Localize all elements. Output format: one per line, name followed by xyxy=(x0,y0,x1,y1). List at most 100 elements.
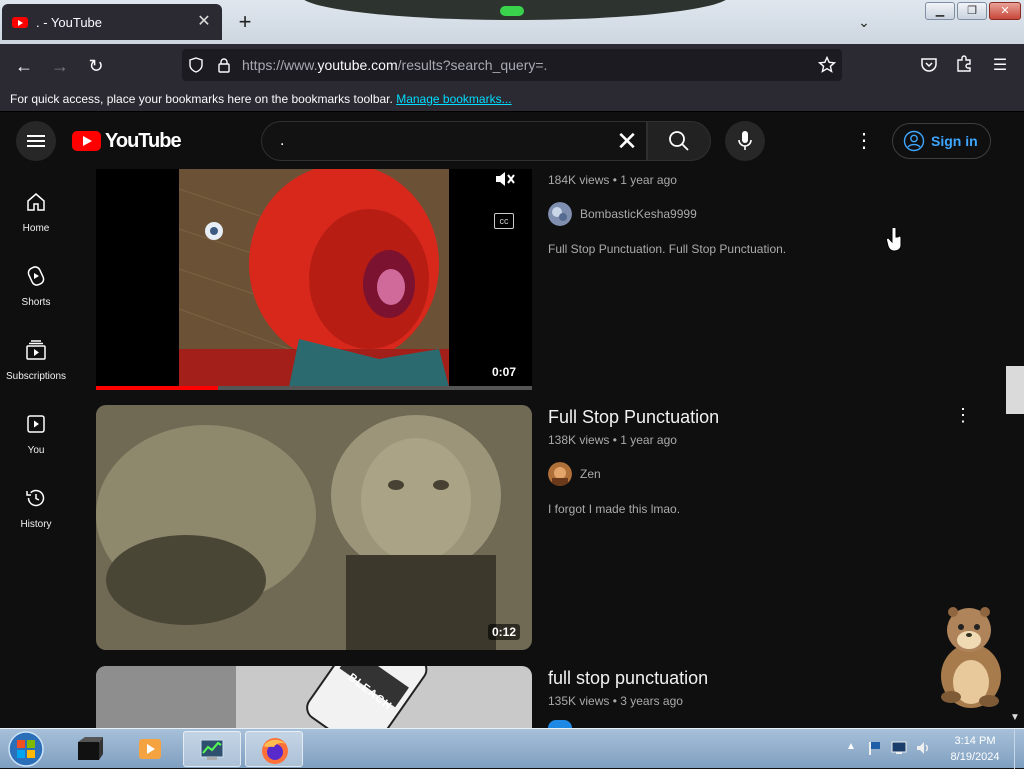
search-input[interactable]: . xyxy=(261,121,647,161)
video-description: I forgot I made this lmao. xyxy=(548,502,681,516)
task-manager-icon xyxy=(200,739,224,760)
shorts-icon xyxy=(27,266,45,286)
url-host: youtube.com xyxy=(317,57,398,73)
tab-title: . - YouTube xyxy=(36,14,103,30)
close-window-button[interactable]: ✕ xyxy=(989,2,1021,20)
video-thumbnail-image xyxy=(96,405,532,650)
video-meta: 138K views • 1 year ago xyxy=(548,433,677,447)
video-preview-frame xyxy=(179,169,449,387)
voice-search-button[interactable] xyxy=(725,121,765,161)
reload-icon[interactable]: ↻ xyxy=(82,52,110,80)
firefox-icon xyxy=(262,738,288,764)
account-icon xyxy=(903,130,925,152)
sidebar-label: You xyxy=(27,445,45,456)
sidebar-label: History xyxy=(20,519,52,530)
lock-icon[interactable] xyxy=(216,57,232,73)
system-clock[interactable]: 3:14 PM 8/19/2024 xyxy=(940,733,1010,765)
close-tab-icon[interactable]: ✕ xyxy=(194,12,214,32)
shield-icon[interactable] xyxy=(188,57,204,73)
channel-avatar xyxy=(548,202,572,226)
settings-more-icon[interactable]: ⋮ xyxy=(852,127,876,155)
sidebar-label: Subscriptions xyxy=(5,371,67,382)
gopher-mascot-image xyxy=(941,607,1001,708)
clock-time: 3:14 PM xyxy=(954,735,996,747)
show-desktop-button[interactable] xyxy=(1014,729,1024,769)
video-title[interactable]: Full Stop Punctuation xyxy=(548,407,719,428)
history-icon xyxy=(26,489,45,507)
sidebar-item-shorts[interactable]: Shorts xyxy=(0,264,72,308)
minimize-window-button[interactable]: ▁ xyxy=(925,2,955,20)
sidebar-item-history[interactable]: History xyxy=(0,486,72,530)
video-thumbnail[interactable]: 0:12 xyxy=(96,405,532,650)
upload-age: 3 years ago xyxy=(620,694,683,708)
clock-date: 8/19/2024 xyxy=(950,751,1000,763)
action-center-flag-icon[interactable] xyxy=(866,740,882,756)
url-bar[interactable]: https://www.youtube.com/results?search_q… xyxy=(182,49,842,81)
upload-age: 1 year ago xyxy=(620,433,677,447)
new-tab-button[interactable]: + xyxy=(232,10,258,36)
upload-age: 1 year ago xyxy=(620,173,677,187)
clear-search-icon[interactable]: ✕ xyxy=(615,128,639,154)
video-thumbnail[interactable]: BLEACH xyxy=(96,666,532,728)
maximize-window-button[interactable]: ❐ xyxy=(957,2,987,20)
manage-bookmarks-link[interactable]: Manage bookmarks... xyxy=(396,92,511,106)
view-count: 138K views xyxy=(548,433,610,447)
subscriptions-icon xyxy=(26,340,46,360)
search-button[interactable] xyxy=(647,121,711,161)
taskbar-app-firefox[interactable] xyxy=(245,731,303,767)
terminal-icon xyxy=(78,737,103,760)
channel-link[interactable]: Zen xyxy=(548,462,601,486)
more-actions-icon[interactable]: ⋮ xyxy=(953,404,973,426)
bookmarks-toolbar: For quick access, place your bookmarks h… xyxy=(0,86,1024,112)
channel-avatar[interactable] xyxy=(548,720,572,728)
sidebar-item-subscriptions[interactable]: Subscriptions xyxy=(0,338,72,382)
taskbar-app-media-player[interactable] xyxy=(122,731,180,767)
network-icon[interactable] xyxy=(891,741,907,755)
video-meta: 184K views • 1 year ago xyxy=(548,173,677,187)
scrollbar-thumb[interactable] xyxy=(1006,366,1024,414)
media-player-icon xyxy=(139,739,161,759)
search-icon xyxy=(669,131,689,151)
channel-link[interactable]: BombasticKesha9999 xyxy=(548,202,697,226)
preview-progress-track[interactable] xyxy=(96,386,532,390)
browser-tab-strip: . - YouTube ✕ + ⌄ ▁ ❐ ✕ xyxy=(0,0,1024,44)
video-title[interactable]: full stop punctuation xyxy=(548,668,708,689)
page-scrollbar[interactable] xyxy=(1006,169,1024,728)
youtube-logo[interactable]: YouTube xyxy=(72,129,182,152)
list-tabs-chevron-icon[interactable]: ⌄ xyxy=(852,10,876,34)
show-hidden-icons-icon[interactable]: ▲ xyxy=(846,741,856,752)
preview-progress-fill xyxy=(96,386,219,390)
youtube-wordmark: YouTube xyxy=(105,129,182,152)
volume-icon[interactable] xyxy=(915,740,931,756)
sidebar-label: Home xyxy=(22,223,50,234)
windows-taskbar: ▲ 3:14 PM 8/19/2024 xyxy=(0,728,1024,769)
scroll-down-arrow-icon[interactable]: ▼ xyxy=(1008,712,1022,726)
forward-arrow-icon[interactable]: → xyxy=(46,52,74,80)
taskbar-app-terminal[interactable] xyxy=(62,731,120,767)
muted-speaker-icon[interactable] xyxy=(494,171,516,187)
view-count: 135K views xyxy=(548,694,610,708)
window-decoration-light xyxy=(500,6,524,16)
guide-menu-icon[interactable] xyxy=(16,121,56,161)
you-icon xyxy=(27,415,45,433)
start-button-icon[interactable] xyxy=(6,730,46,768)
bookmark-star-icon[interactable] xyxy=(818,56,836,74)
youtube-logo-icon xyxy=(72,131,101,151)
sidebar-label: Shorts xyxy=(21,297,51,308)
browser-tab[interactable]: . - YouTube ✕ xyxy=(2,4,222,40)
microphone-icon xyxy=(738,131,752,150)
video-thumbnail[interactable]: cc 0:07 xyxy=(96,169,532,390)
hand-cursor-icon xyxy=(886,228,902,252)
video-thumbnail-image xyxy=(96,666,532,728)
sidebar-item-home[interactable]: Home xyxy=(0,190,72,234)
pocket-icon[interactable] xyxy=(920,56,938,74)
url-prefix: https://www. xyxy=(242,57,318,73)
extensions-icon[interactable] xyxy=(955,55,973,73)
app-menu-icon[interactable]: ☰ xyxy=(986,52,1014,80)
sidebar-item-you[interactable]: You xyxy=(0,412,72,456)
closed-captions-icon[interactable]: cc xyxy=(494,213,514,229)
sign-in-button[interactable]: Sign in xyxy=(892,123,991,159)
view-count: 184K views xyxy=(548,173,610,187)
taskbar-app-task-manager[interactable] xyxy=(183,731,241,767)
back-arrow-icon[interactable]: ← xyxy=(10,52,38,80)
